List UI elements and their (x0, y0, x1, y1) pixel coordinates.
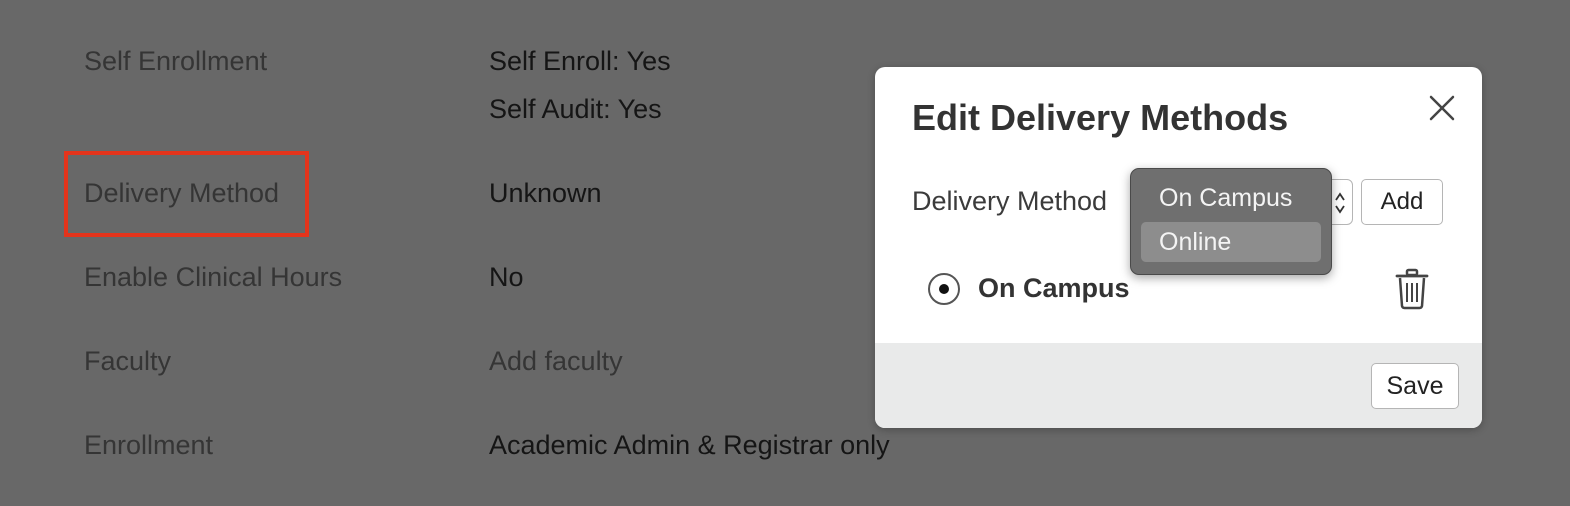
close-icon[interactable] (1427, 93, 1457, 123)
trash-icon[interactable] (1395, 268, 1429, 310)
method-radio-on-campus[interactable] (928, 273, 960, 305)
delivery-method-label: Delivery Method (84, 178, 280, 208)
self-audit-value: Self Audit: Yes (489, 94, 662, 124)
self-enrollment-label: Self Enrollment (84, 46, 268, 76)
clinical-hours-label: Enable Clinical Hours (84, 262, 343, 292)
modal-title: Edit Delivery Methods (912, 97, 1289, 138)
dropdown-option-on-campus[interactable]: On Campus (1141, 178, 1321, 218)
dropdown-option-online[interactable]: Online (1141, 222, 1321, 262)
delivery-method-value: Unknown (489, 178, 602, 208)
delivery-method-dropdown: On Campus Online (1130, 168, 1332, 275)
modal-footer: Save (875, 343, 1482, 428)
add-faculty-link[interactable]: Add faculty (489, 346, 623, 377)
delivery-method-field-label: Delivery Method (912, 186, 1108, 216)
method-name: On Campus (978, 273, 1130, 303)
clinical-hours-value: No (489, 262, 524, 292)
enrollment-label: Enrollment (84, 430, 214, 460)
add-button[interactable]: Add (1361, 179, 1443, 225)
self-enroll-value: Self Enroll: Yes (489, 46, 671, 76)
select-chevron-icon (1335, 192, 1345, 214)
faculty-label: Faculty (84, 346, 172, 376)
save-button[interactable]: Save (1371, 363, 1459, 409)
enrollment-value: Academic Admin & Registrar only (489, 430, 890, 460)
